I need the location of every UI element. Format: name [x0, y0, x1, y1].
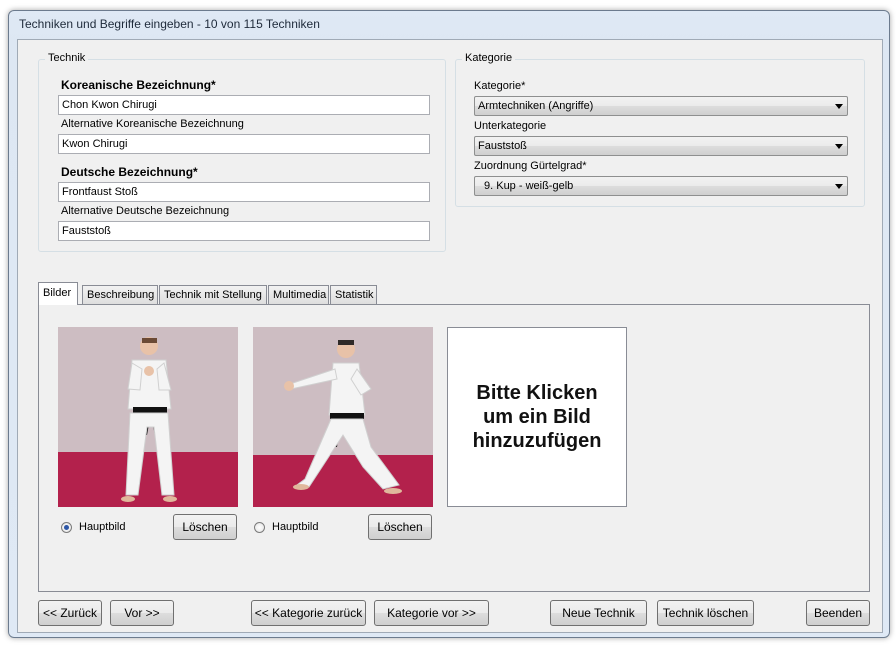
new-technique-button[interactable]: Neue Technik — [550, 600, 647, 626]
category-next-button[interactable]: Kategorie vor >> — [374, 600, 489, 626]
main-window: Techniken und Begriffe eingeben - 10 von… — [8, 10, 890, 638]
kategorie-label: Kategorie* — [474, 80, 526, 92]
next-button[interactable]: Vor >> — [110, 600, 174, 626]
german-name-field[interactable]: Frontfaust Stoß — [58, 182, 430, 202]
alt-german-name-field[interactable]: Fauststoß — [58, 221, 430, 241]
chevron-down-icon — [835, 104, 843, 109]
guertelgrad-label: Zuordnung Gürtelgrad* — [474, 160, 587, 172]
add-image-text: Bitte Klicken um ein Bild hinzuzufügen — [472, 382, 602, 452]
kategorie-legend: Kategorie — [462, 52, 516, 64]
main-image-radio-2[interactable] — [254, 522, 265, 533]
guertelgrad-select-value: 9. Kup - weiß-gelb — [484, 180, 574, 192]
korean-name-field[interactable]: Chon Kwon Chirugi — [58, 95, 430, 115]
technik-legend: Technik — [45, 52, 89, 64]
technique-photo-1[interactable] — [58, 327, 238, 507]
unterkategorie-select-value: Fauststoß — [478, 140, 527, 152]
kategorie-select[interactable]: Armtechniken (Angriffe) — [474, 96, 848, 116]
alt-korean-name-field[interactable]: Kwon Chirugi — [58, 134, 430, 154]
alt-korean-name-label: Alternative Koreanische Bezeichnung — [61, 118, 244, 130]
add-image-placeholder[interactable]: Bitte Klicken um ein Bild hinzuzufügen — [447, 327, 627, 507]
delete-technique-button[interactable]: Technik löschen — [657, 600, 754, 626]
tab-beschreibung[interactable]: Beschreibung — [82, 285, 158, 304]
kategorie-group: Kategorie Kategorie* Armtechniken (Angri… — [455, 52, 865, 207]
tab-multimedia[interactable]: Multimedia — [268, 285, 329, 304]
unterkategorie-select[interactable]: Fauststoß — [474, 136, 848, 156]
alt-german-name-label: Alternative Deutsche Bezeichnung — [61, 205, 230, 217]
category-back-button[interactable]: << Kategorie zurück — [251, 600, 366, 626]
guertelgrad-select[interactable]: 9. Kup - weiß-gelb — [474, 176, 848, 196]
technik-group: Technik Koreanische Bezeichnung* Chon Kw… — [38, 52, 446, 252]
unterkategorie-label: Unterkategorie — [474, 120, 547, 132]
quit-button[interactable]: Beenden — [806, 600, 870, 626]
main-image-label-2: Hauptbild — [272, 521, 319, 533]
tab-strip: Bilder Beschreibung Technik mit Stellung… — [38, 282, 868, 305]
bilder-panel: Hauptbild Löschen Hauptbild Löschen Bitt… — [38, 304, 870, 592]
delete-image-button-1[interactable]: Löschen — [173, 514, 237, 540]
chevron-down-icon — [835, 184, 843, 189]
korean-name-label: Koreanische Bezeichnung* — [61, 78, 216, 92]
delete-image-button-2[interactable]: Löschen — [368, 514, 432, 540]
main-image-radio-1[interactable] — [61, 522, 72, 533]
tab-bilder[interactable]: Bilder — [38, 282, 78, 305]
karate-punch-side-image — [253, 327, 433, 507]
client-area: Technik Koreanische Bezeichnung* Chon Kw… — [17, 39, 883, 633]
chevron-down-icon — [835, 144, 843, 149]
main-image-label-1: Hauptbild — [79, 521, 126, 533]
kategorie-select-value: Armtechniken (Angriffe) — [478, 100, 594, 112]
window-title: Techniken und Begriffe eingeben - 10 von… — [19, 17, 320, 31]
back-button[interactable]: << Zurück — [38, 600, 102, 626]
tab-technik-mit-stellung[interactable]: Technik mit Stellung — [159, 285, 267, 304]
german-name-label: Deutsche Bezeichnung* — [61, 165, 198, 179]
tab-statistik[interactable]: Statistik — [330, 285, 377, 304]
technique-photo-2[interactable] — [253, 327, 433, 507]
karate-stance-front-image — [58, 327, 238, 507]
